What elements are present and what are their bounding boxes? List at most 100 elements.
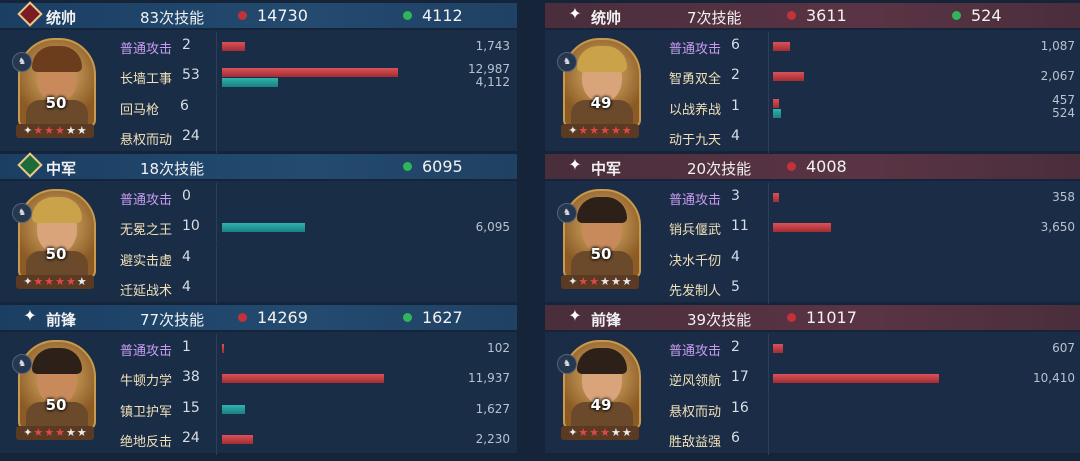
hero-portrait[interactable]: ♞ 50 ✦ ★ ★ ★ ★ ★ [12,189,96,289]
skill-count: 1 [731,98,740,114]
role-label: 前锋 [46,311,77,329]
hero-portrait[interactable]: ♞ 50 ✦ ★ ★ ★ ★ ★ [557,189,641,289]
star-icon: ✦ [568,124,578,137]
section-body: ♞ 49 ✦ ★ ★ ★ ★ ★ 普通攻击 2 607 逆风领航 17 10,410 悬权而动 16 胜敌益强 6 [545,332,1080,455]
heal-value: 6,095 [475,220,510,234]
hero-avatar [563,189,641,279]
bar-divider [216,334,217,364]
skill-count: 4 [731,249,740,265]
damage-bar [773,344,783,353]
star-icon: ★ [600,275,611,288]
skill-row: 绝地反击 24 2,230 [120,425,511,455]
section-body: ♞ 50 ✦ ★ ★ ★ ★ ★ 普通攻击 0 无冕之王 10 6,095 避实击虚 4 迁延战术 4 [0,181,517,304]
total-heal: 524 [952,6,1002,25]
damage-bar [773,193,779,202]
hero-portrait[interactable]: ♞ 50 ✦ ★ ★ ★ ★ ★ [12,38,96,138]
skill-count: 53 [182,67,200,83]
skill-count: 11 [731,218,749,234]
damage-value: 358 [1052,190,1075,204]
skill-row: 普通攻击 3 358 [669,183,1075,213]
bar-divider [768,93,769,123]
role-section: 统帅 83次技能 14730 4112 ♞ 50 ✦ ★ ★ ★ ★ ★ 普通攻击 2 1,743 长墙工事 5… [0,0,517,153]
damage-value: 10,410 [1033,371,1075,385]
skill-name: 绝地反击 [120,435,173,450]
skill-row: 逆风领航 17 10,410 [669,364,1075,394]
skill-row: 以战养战 1 457 524 [669,93,1075,123]
damage-value: 11,937 [468,371,510,385]
star-icon: ★ [66,124,76,137]
skill-row: 动于九天 4 [669,123,1074,153]
damage-value: 607 [1052,341,1075,355]
skill-name: 避实击虚 [120,254,173,269]
total-damage: 11017 [787,308,857,327]
bar-divider [216,93,217,123]
star-icon: ★ [76,124,87,137]
hero-level: 50 [45,396,67,414]
skill-count: 24 [182,128,200,144]
hero-avatar [18,38,96,128]
heal-bar [773,109,781,118]
four-point-star-icon: ✦ [568,155,582,174]
skill-count: 15 [182,400,200,416]
skill-name: 普通攻击 [120,193,173,208]
damage-value: 1,087 [1040,39,1075,53]
skill-count: 2 [731,339,740,355]
skill-count: 4 [182,249,191,265]
bar-divider [216,123,217,153]
section-header: ✦ 前锋 77次技能 14269 1627 [0,305,517,330]
damage-bar [222,68,398,77]
skill-count: 6 [731,37,740,53]
star-icon: ★ [621,275,632,288]
section-body: ♞ 50 ✦ ★ ★ ★ ★ ★ 普通攻击 3 358 销兵偃武 11 3,650 决水千仞 4 先发制人 5 [545,181,1080,304]
damage-value: 3,650 [1040,220,1075,234]
skill-name: 普通攻击 [120,344,173,359]
skill-name: 逆风领航 [669,374,722,389]
hero-avatar [563,340,641,430]
bar-divider [768,123,769,153]
skill-count: 4 [182,279,191,295]
skill-name: 悬权而动 [669,405,722,420]
star-icon: ★ [33,275,44,288]
skill-row: 智勇双全 2 2,067 [669,62,1075,92]
damage-bar [773,42,790,51]
skill-row: 牛顿力学 38 11,937 [120,364,511,394]
heal-bar [222,78,278,87]
hero-level: 49 [590,396,612,414]
cavalry-icon: ♞ [12,203,32,223]
bar-divider [216,244,217,274]
cavalry-icon: ♞ [12,354,32,374]
hero-avatar [563,38,641,128]
skill-row: 普通攻击 6 1,087 [669,32,1075,62]
section-header: 中军 18次技能 6095 [0,152,517,179]
heal-value: 524 [1052,106,1075,120]
role-section: ✦ 中军 20次技能 4008 ♞ 50 ✦ ★ ★ ★ ★ ★ 普通攻击 3 358 销兵偃武 11 3,650… [545,151,1080,304]
damage-value: 2,230 [475,432,510,446]
heal-value: 4,112 [475,75,510,89]
total-damage: 14730 [238,6,308,25]
bar-divider [768,395,769,425]
hero-portrait[interactable]: ♞ 50 ✦ ★ ★ ★ ★ ★ [12,340,96,440]
hero-portrait[interactable]: ♞ 49 ✦ ★ ★ ★ ★ ★ [557,340,641,440]
star-icon: ✦ [568,275,578,288]
damage-dot-icon [787,162,796,171]
skill-name: 镇卫护军 [120,405,173,420]
skill-name: 普通攻击 [669,193,722,208]
skill-count: 4 [731,128,740,144]
skill-row: 销兵偃武 11 3,650 [669,213,1075,243]
damage-bar [773,223,831,232]
skill-row: 迁延战术 4 [120,274,511,304]
star-icon: ★ [44,275,55,288]
total-heal-value: 524 [971,6,1002,25]
total-heal-value: 1627 [422,308,463,327]
total-damage: 14269 [238,308,308,327]
skill-count: 2 [182,37,191,53]
skill-cast-count: 18次技能 [140,160,205,178]
hero-portrait[interactable]: ♞ 49 ✦ ★ ★ ★ ★ ★ [557,38,641,138]
damage-bar [222,374,384,383]
skill-count: 0 [182,188,191,204]
skill-count: 16 [731,400,749,416]
skill-name: 先发制人 [669,284,722,299]
star-icon: ★ [55,275,66,288]
heal-bar [222,223,305,232]
skill-name: 无冕之王 [120,223,173,238]
